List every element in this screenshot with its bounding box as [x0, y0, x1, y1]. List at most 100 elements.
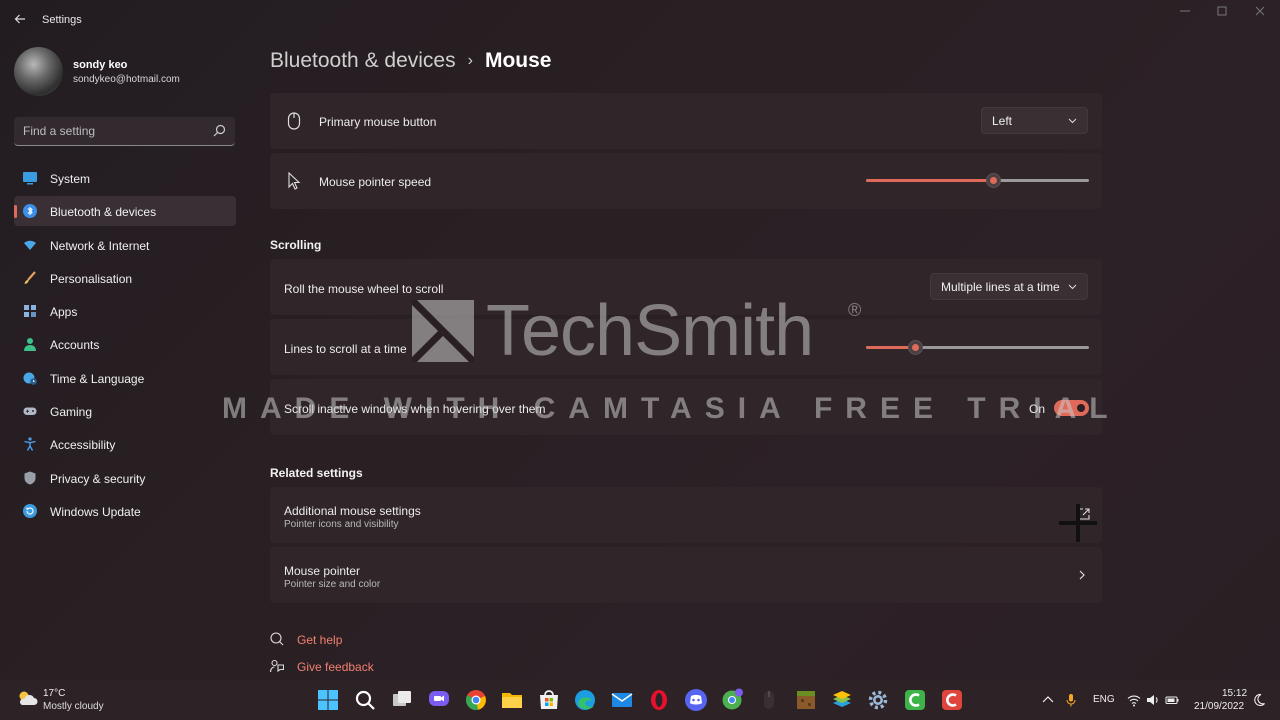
notification-moon-icon[interactable] — [1252, 693, 1266, 707]
dropdown-value: Left — [992, 114, 1013, 128]
edge-icon[interactable] — [573, 688, 597, 712]
sidebar-item-label: Accessibility — [50, 438, 116, 453]
slider-thumb[interactable] — [908, 340, 923, 355]
language-indicator[interactable]: ENG — [1093, 694, 1115, 705]
store-icon[interactable] — [537, 688, 561, 712]
scrolling-section-title: Scrolling — [270, 238, 322, 252]
mouse-icon — [287, 112, 301, 130]
pointer-speed-label: Mouse pointer speed — [319, 175, 432, 189]
mouse-app-icon[interactable] — [757, 688, 781, 712]
mouse-pointer-label: Mouse pointer — [284, 564, 361, 578]
brush-icon — [24, 271, 36, 284]
chevron-right-icon — [1079, 570, 1085, 580]
app-title: Settings — [42, 14, 82, 26]
chrome-profile-icon[interactable] — [720, 688, 744, 712]
page-title: Mouse — [484, 49, 552, 72]
gamepad-icon — [23, 407, 37, 416]
update-icon — [23, 503, 37, 518]
additional-mouse-settings-sub: Pointer icons and visibility — [284, 519, 399, 530]
taskbar: 17°C Mostly cloudy ENG 15:12 21/09/2022 — [0, 680, 1280, 720]
mail-icon[interactable] — [610, 688, 634, 712]
battery-icon[interactable] — [1165, 693, 1179, 707]
sidebar-item-personalisation[interactable]: Personalisation — [14, 263, 236, 293]
microphone-icon[interactable] — [1064, 693, 1078, 707]
watermark-brand: TechSmith — [486, 291, 814, 371]
bluestacks-icon[interactable] — [830, 688, 854, 712]
file-explorer-icon[interactable] — [500, 688, 524, 712]
search-box[interactable] — [14, 117, 235, 146]
watermark-trial-text: MADE WITH CAMTASIA FREE TRIAL — [222, 392, 1121, 425]
chevron-down-icon — [1068, 118, 1077, 124]
minimize-button[interactable] — [1175, 6, 1195, 22]
techsmith-logo — [412, 300, 474, 362]
chrome-icon[interactable] — [464, 688, 488, 712]
minecraft-icon[interactable] — [794, 688, 818, 712]
watermark-registered: ® — [848, 300, 862, 320]
maximize-button[interactable] — [1212, 6, 1232, 22]
pointer-speed-slider[interactable] — [866, 172, 1089, 188]
weather-desc: Mostly cloudy — [43, 701, 104, 712]
lines-to-scroll-label: Lines to scroll at a time — [284, 342, 407, 356]
discord-icon[interactable] — [684, 688, 708, 712]
search-icon[interactable] — [213, 124, 226, 137]
chevron-up-icon[interactable] — [1041, 693, 1055, 707]
globe-clock-icon — [23, 372, 37, 385]
minimize-icon — [1180, 10, 1190, 12]
feedback-icon — [270, 659, 284, 673]
sidebar-item-accessibility[interactable]: Accessibility — [14, 429, 236, 459]
user-profile[interactable]: sondy keo sondykeo@hotmail.com — [14, 47, 244, 97]
sidebar-item-windows-update[interactable]: Windows Update — [14, 496, 236, 526]
settings-icon[interactable] — [866, 688, 890, 712]
wheel-scroll-label: Roll the mouse wheel to scroll — [284, 282, 444, 296]
wifi-icon[interactable] — [1127, 693, 1141, 707]
get-help-label: Get help — [297, 633, 343, 647]
sidebar-item-bluetooth[interactable]: Bluetooth & devices — [14, 196, 236, 227]
mouse-pointer-card[interactable]: Mouse pointer Pointer size and color — [270, 547, 1102, 603]
sidebar-item-label: System — [50, 172, 91, 186]
sidebar-item-privacy[interactable]: Privacy & security — [14, 463, 236, 493]
clock-date[interactable]: 21/09/2022 — [1194, 701, 1244, 712]
sidebar-item-label: Windows Update — [50, 504, 141, 519]
windows-start-icon[interactable] — [316, 688, 340, 712]
give-feedback-label: Give feedback — [297, 660, 374, 674]
sidebar-item-system[interactable]: System — [14, 163, 236, 193]
back-button[interactable] — [10, 10, 30, 30]
clock-time[interactable]: 15:12 — [1222, 688, 1247, 699]
sidebar-item-accounts[interactable]: Accounts — [14, 329, 236, 359]
sidebar-item-time-language[interactable]: Time & Language — [14, 363, 236, 393]
maximize-icon — [1217, 6, 1227, 16]
search-input[interactable] — [23, 123, 203, 139]
lines-to-scroll-slider[interactable] — [866, 339, 1089, 355]
sidebar-item-label: Network & Internet — [50, 238, 150, 253]
camtasia-recorder-icon[interactable] — [940, 688, 964, 712]
search-icon[interactable] — [353, 688, 377, 712]
slider-thumb[interactable] — [986, 173, 1001, 188]
shield-icon — [24, 471, 36, 485]
sidebar-item-network[interactable]: Network & Internet — [14, 230, 236, 260]
opera-icon[interactable] — [647, 688, 671, 712]
sidebar-item-gaming[interactable]: Gaming — [14, 396, 236, 426]
breadcrumb-parent[interactable]: Bluetooth & devices — [270, 49, 456, 72]
monitor-icon — [23, 172, 37, 185]
additional-mouse-settings-card[interactable]: Additional mouse settings Pointer icons … — [270, 487, 1102, 543]
sidebar-item-label: Bluetooth & devices — [50, 205, 157, 220]
camtasia-icon[interactable] — [903, 688, 927, 712]
help-chat-icon — [270, 632, 284, 646]
task-view-icon[interactable] — [390, 688, 414, 712]
title-bar: Settings — [0, 0, 1280, 40]
volume-icon[interactable] — [1146, 693, 1160, 707]
primary-mouse-button-dropdown[interactable]: Left — [981, 107, 1088, 134]
avatar — [14, 47, 63, 96]
close-button[interactable] — [1250, 6, 1270, 22]
wheel-scroll-dropdown[interactable]: Multiple lines at a time — [930, 273, 1088, 300]
sidebar-item-label: Privacy & security — [50, 471, 146, 486]
chevron-down-icon — [1068, 284, 1077, 290]
sidebar-item-label: Time & Language — [50, 371, 145, 386]
related-settings-title: Related settings — [270, 466, 363, 480]
breadcrumb-separator: › — [467, 52, 473, 69]
sidebar-item-apps[interactable]: Apps — [14, 296, 236, 326]
bluetooth-icon — [23, 204, 37, 219]
sidebar-item-label: Apps — [50, 305, 78, 320]
chat-icon[interactable] — [427, 688, 451, 712]
dropdown-value: Multiple lines at a time — [941, 280, 1060, 294]
